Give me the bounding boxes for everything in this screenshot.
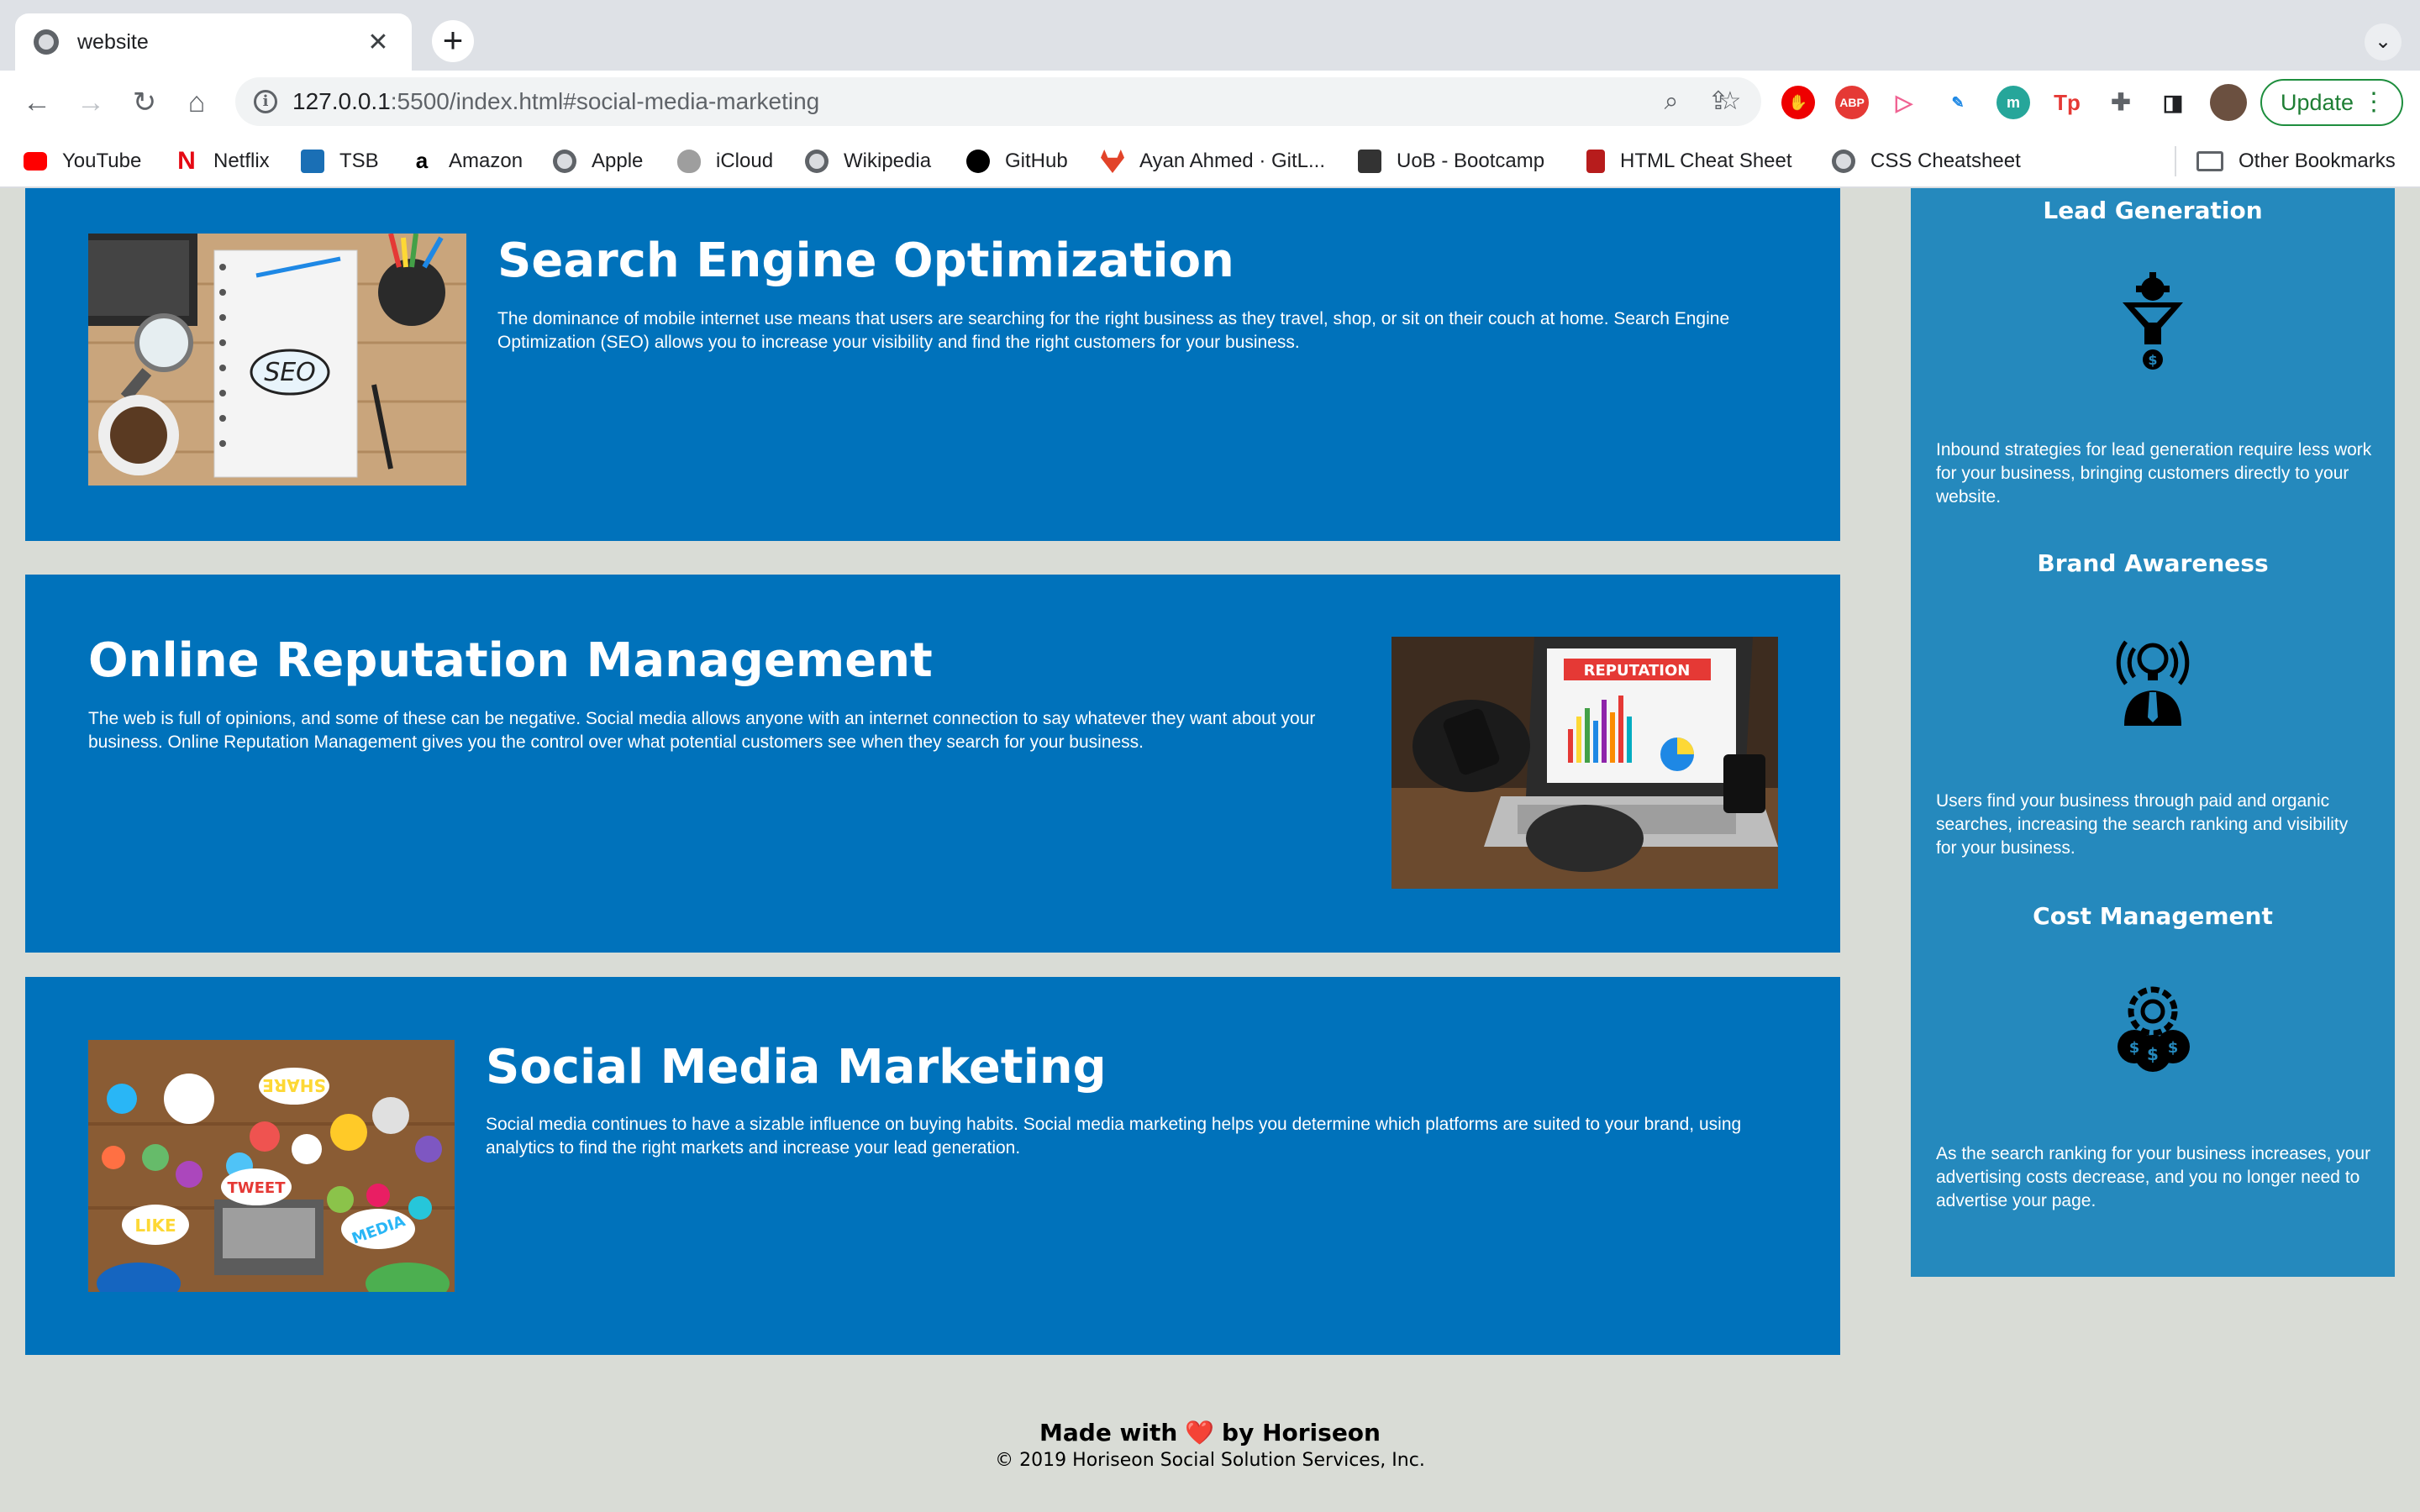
globe-icon (805, 150, 829, 173)
tweet-word: TWEET (227, 1179, 286, 1197)
page-viewport: SEO Search Engine Optimization The domin… (0, 188, 2420, 1512)
social-media-illustration: SHARE TWEET LIKE MEDIA (88, 1040, 455, 1292)
orm-image: REPUTATION (1392, 637, 1778, 889)
tsb-icon (301, 150, 324, 173)
tab-title: website (77, 29, 149, 54)
netflix-icon: N (177, 147, 196, 175)
close-icon[interactable]: ✕ (363, 28, 393, 57)
orm-section: Online Reputation Management The web is … (25, 575, 1840, 953)
extensions-puzzle-icon[interactable]: ✚ (2104, 86, 2138, 119)
benefits-sidebar: Lead Generation $ Inbound strategies for… (1911, 188, 2395, 1277)
youtube-icon (24, 152, 47, 171)
smm-text: Social media continues to have a sizable… (486, 1115, 1742, 1158)
update-button[interactable]: Update ⋮ (2260, 79, 2403, 126)
bookmark-html-cheat-sheet[interactable]: HTML Cheat Sheet (1586, 148, 1792, 175)
amazon-icon: a (410, 150, 434, 173)
bookmark-github[interactable]: GitHub (966, 148, 1068, 175)
adblock-extension-icon[interactable]: ✋ (1781, 86, 1815, 119)
tab-strip: website ✕ + ⌄ (0, 0, 2420, 71)
reputation-illustration: REPUTATION (1392, 637, 1778, 889)
bookmark-youtube[interactable]: YouTube (24, 148, 141, 175)
zoom-icon[interactable]: ⌕ (1655, 86, 1687, 118)
folder-icon (2196, 151, 2223, 171)
smm-section: SHARE TWEET LIKE MEDIA Social Media Mark… (25, 977, 1840, 1355)
globe-icon (1832, 150, 1855, 173)
heart-icon: ❤️ (1185, 1419, 1215, 1446)
play-extension-icon[interactable]: ▷ (1887, 86, 1921, 119)
bookmark-amazon[interactable]: a Amazon (410, 148, 523, 175)
browser-tab[interactable]: website ✕ (15, 13, 412, 71)
svg-text:$: $ (2168, 1039, 2179, 1057)
bootcamp-icon (1358, 150, 1381, 173)
bookmarks-divider (2175, 146, 2176, 176)
other-bookmarks[interactable]: Other Bookmarks (2196, 148, 2396, 175)
brand-awareness-heading: Brand Awareness (2037, 549, 2269, 577)
svg-text:$: $ (2129, 1039, 2140, 1057)
forward-button[interactable]: → (71, 82, 111, 123)
page-footer: Made with ❤️ by Horiseon © 2019 Horiseon… (0, 1419, 2420, 1471)
like-word: LIKE (134, 1215, 176, 1236)
tab-search-button[interactable]: ⌄ (2365, 24, 2402, 60)
back-button[interactable]: ← (17, 82, 57, 123)
reputation-image-label: REPUTATION (1584, 662, 1691, 680)
lead-generation-heading: Lead Generation (2043, 197, 2263, 224)
smm-heading: Social Media Marketing (486, 1040, 1107, 1095)
bookmark-apple[interactable]: Apple (553, 148, 643, 175)
new-tab-button[interactable]: + (432, 20, 474, 62)
brand-awareness-icon (2116, 640, 2190, 726)
footer-made-with: Made with ❤️ by Horiseon (1039, 1419, 1381, 1446)
tp-extension-icon[interactable]: Tp (2050, 86, 2084, 119)
site-info-icon[interactable]: i (254, 90, 277, 113)
seo-image: SEO (88, 234, 466, 486)
lead-generation-text: Inbound strategies for lead generation r… (1936, 440, 2372, 507)
seo-illustration: SEO (88, 234, 466, 486)
footer-copyright: © 2019 Horiseon Social Solution Services… (995, 1450, 1425, 1471)
seo-text: The dominance of mobile internet use mea… (497, 309, 1730, 352)
bookmark-wikipedia[interactable]: Wikipedia (805, 148, 931, 175)
address-bar[interactable]: i 127.0.0.1:5500/index.html#social-media… (235, 77, 1761, 126)
seo-heading: Search Engine Optimization (497, 234, 1234, 288)
lead-generation-icon: $ (2123, 272, 2183, 370)
bookmark-gitlab[interactable]: Ayan Ahmed · GitL... (1101, 148, 1325, 175)
profile-avatar[interactable] (2210, 84, 2247, 121)
svg-text:$: $ (2147, 1044, 2159, 1064)
bookmark-uob-bootcamp[interactable]: UoB - Bootcamp (1358, 148, 1544, 175)
cost-management-text: As the search ranking for your business … (1936, 1144, 2371, 1210)
side-panel-icon[interactable]: ◨ (2156, 86, 2190, 119)
share-word: SHARE (262, 1075, 326, 1095)
m-extension-icon[interactable]: m (1996, 86, 2030, 119)
smm-image: SHARE TWEET LIKE MEDIA (88, 1040, 455, 1292)
url-text[interactable]: 127.0.0.1:5500/index.html#social-media-m… (292, 88, 819, 115)
dropper-extension-icon[interactable]: ✎ (1941, 86, 1975, 119)
seo-section: SEO Search Engine Optimization The domin… (25, 188, 1840, 541)
bookmark-icloud[interactable]: iCloud (677, 148, 773, 175)
apple-icon (677, 150, 701, 173)
bookmarks-bar: YouTube N Netflix TSB a Amazon Apple iCl… (0, 134, 2420, 188)
seo-image-label: SEO (264, 358, 316, 387)
browser-toolbar: ← → ↻ ⌂ i 127.0.0.1:5500/index.html#soci… (0, 71, 2420, 134)
bookmark-tsb[interactable]: TSB (301, 148, 379, 175)
globe-icon (34, 29, 59, 55)
svg-text:$: $ (2148, 352, 2157, 368)
cost-management-heading: Cost Management (2033, 902, 2273, 930)
bookmark-star-icon[interactable]: ☆ (1714, 86, 1746, 118)
brand-awareness-text: Users find your business through paid an… (1936, 791, 2349, 858)
bookmark-netflix[interactable]: N Netflix (175, 148, 270, 175)
abp-extension-icon[interactable]: ABP (1835, 86, 1869, 119)
gitlab-icon (1101, 150, 1124, 173)
bookmark-css-cheatsheet[interactable]: CSS Cheatsheet (1832, 148, 2021, 175)
orm-text: The web is full of opinions, and some of… (88, 709, 1316, 752)
home-button[interactable]: ⌂ (176, 82, 217, 123)
cost-management-icon: $ $ $ (2118, 986, 2190, 1072)
reload-button[interactable]: ↻ (124, 82, 165, 123)
github-icon (966, 150, 990, 173)
orm-heading: Online Reputation Management (88, 633, 933, 688)
html-icon (1586, 150, 1605, 173)
globe-icon (553, 150, 576, 173)
